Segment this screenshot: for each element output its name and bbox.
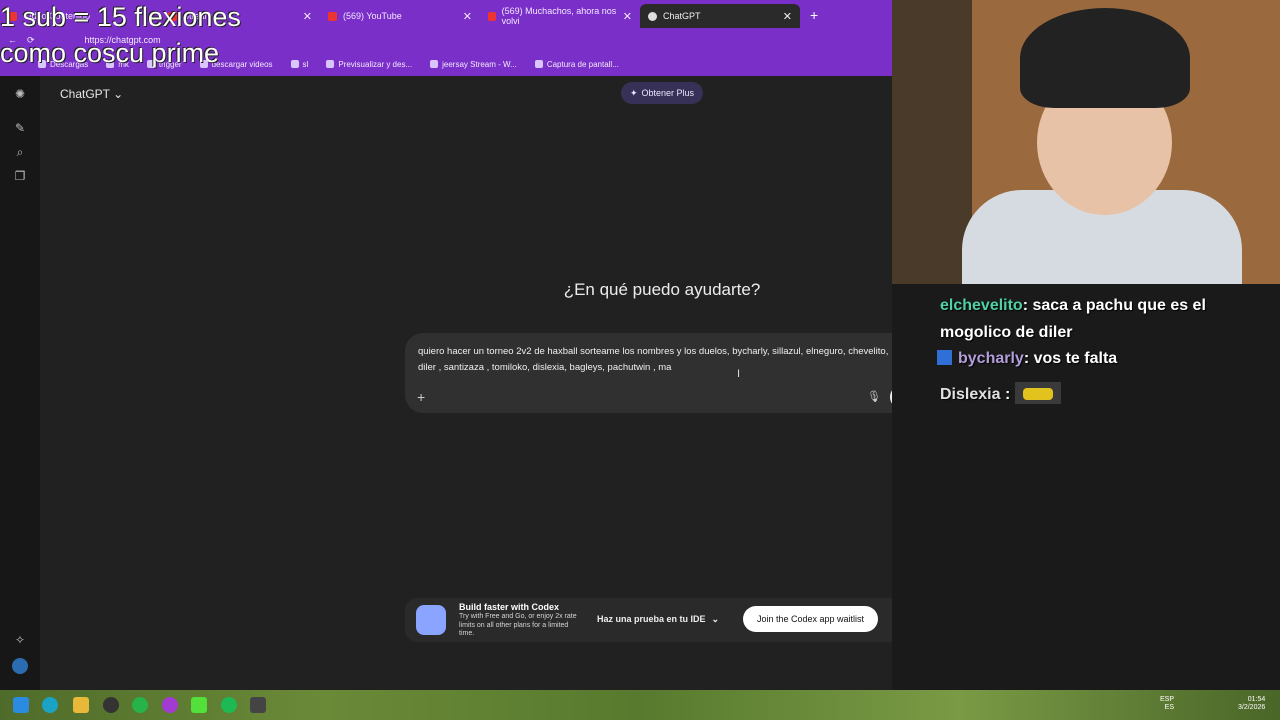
windows-taskbar: ESP ES 01:54 3/2/2026 — [0, 690, 1280, 720]
bookmark-item[interactable]: Previsualizar y des... — [326, 60, 412, 69]
text-cursor-icon: I — [737, 368, 741, 380]
avatar[interactable] — [12, 658, 28, 674]
file-explorer-icon[interactable] — [73, 697, 89, 713]
library-icon[interactable]: ❐ — [12, 168, 28, 184]
tab-label: (569) Muchachos, ahora nos volvi — [501, 6, 617, 26]
chatgpt-icon — [648, 11, 657, 21]
close-icon[interactable]: ✕ — [303, 10, 312, 23]
codex-banner: Build faster with Codex Try with Free an… — [405, 598, 920, 642]
youtube-icon — [488, 11, 496, 21]
sparkle-icon: ✦ — [629, 87, 638, 98]
bookmark-icon — [326, 60, 335, 68]
banner-body: Try with Free and Go, or enjoy 2x rate l… — [459, 613, 577, 637]
microphone-icon[interactable]: 🎙 — [867, 390, 881, 403]
kick-icon[interactable] — [191, 697, 207, 713]
kick-icon — [430, 60, 439, 68]
codex-waitlist-button[interactable]: Join the Codex app waitlist — [743, 606, 878, 632]
webcam-room — [892, 0, 972, 284]
obs-icon[interactable] — [103, 697, 119, 713]
prompt-composer: quiero hacer un torneo 2v2 de haxball so… — [405, 333, 920, 413]
close-icon[interactable]: ✕ — [623, 10, 632, 23]
chevron-down-icon: ⌄ — [711, 613, 720, 624]
language-indicator[interactable]: ESP ES — [1160, 696, 1174, 712]
stream-overlay-text: como coscu prime — [0, 38, 220, 68]
edge-icon[interactable] — [42, 697, 58, 713]
clock[interactable]: 01:54 3/2/2026 — [1238, 696, 1265, 712]
tab-youtube[interactable]: (569) YouTube ✕ — [320, 4, 480, 28]
new-chat-icon[interactable]: ✎ — [12, 120, 28, 136]
search-icon[interactable]: ⌕ — [12, 144, 28, 160]
pen-icon — [534, 60, 543, 68]
chat-emote-icon — [1014, 382, 1061, 404]
tab-label: ChatGPT — [663, 11, 701, 21]
bookmark-item[interactable]: Captura de pantall... — [534, 60, 619, 69]
spotify-icon[interactable] — [221, 697, 237, 713]
streamer-cap — [1020, 8, 1190, 108]
prompt-input[interactable]: quiero hacer un torneo 2v2 de haxball so… — [418, 344, 908, 376]
tab-chatgpt[interactable]: ChatGPT ✕ — [640, 4, 800, 28]
webcam-feed — [892, 0, 1280, 284]
chat-badge-icon — [937, 350, 952, 365]
bookmark-item[interactable]: sl — [290, 60, 308, 69]
bookmark-icon — [290, 60, 299, 68]
attach-icon[interactable]: + — [417, 389, 425, 405]
browser-window: Vídeo Contenido Stream ✕ (569) YouTube ✕ (… — [0, 0, 920, 690]
windows-start-icon[interactable] — [13, 697, 29, 713]
chat-message: elchevelito: saca a pachu que es el mogo… — [940, 297, 1206, 341]
sparkle-icon[interactable]: ✧ — [12, 632, 28, 648]
try-ide-button[interactable]: Haz una prueba en tu IDE ⌄ — [593, 607, 723, 631]
codex-logo-icon — [416, 605, 446, 635]
chat-message: Dislexia : — [940, 382, 1061, 404]
close-icon[interactable]: ✕ — [783, 10, 792, 23]
browser-icon[interactable] — [162, 697, 178, 713]
new-tab-button[interactable]: + — [800, 7, 828, 23]
tab-label: (569) YouTube — [343, 11, 402, 21]
youtube-icon — [328, 11, 337, 21]
stream-overlay-text: 1 sub = 15 flexiones — [0, 2, 241, 32]
whatsapp-icon[interactable] — [132, 697, 148, 713]
openai-logo-icon[interactable]: ✺ — [12, 86, 28, 102]
app-icon[interactable] — [250, 697, 266, 713]
banner-title: Build faster with Codex — [459, 602, 560, 612]
chevron-down-icon: ⌄ — [113, 87, 124, 101]
model-selector[interactable]: ChatGPT ⌄ — [60, 87, 123, 101]
close-icon[interactable]: ✕ — [463, 10, 472, 23]
chat-message: bycharly: vos te falta — [937, 350, 1117, 368]
bookmark-item[interactable]: jeersay Stream - W... — [430, 60, 517, 69]
stream-chat: elchevelito: saca a pachu que es el mogo… — [892, 284, 1280, 690]
get-plus-button[interactable]: ✦ Obtener Plus — [621, 82, 703, 104]
sidebar: ✺ ✎ ⌕ ❐ ✧ — [0, 76, 40, 690]
tab-youtube-video[interactable]: (569) Muchachos, ahora nos volvi ✕ — [480, 4, 640, 28]
